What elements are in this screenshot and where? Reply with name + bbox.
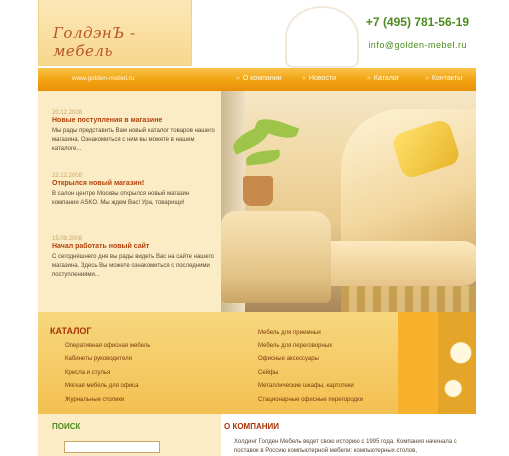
nav-item-catalog[interactable]: Каталог (367, 75, 399, 82)
logo-text: ГолдэнЪ - мебель (53, 24, 136, 60)
phone-number: +7 (495) 781-56-19 (365, 15, 469, 29)
catalog-link[interactable]: Металлические шкафы, картотеки (258, 383, 354, 389)
catalog-title: КАТАЛОГ (50, 326, 92, 336)
email-link[interactable]: info@golden-mebel.ru (368, 40, 467, 50)
catalog-section: КАТАЛОГ Оперативная офисная мебель Кабин… (38, 312, 476, 414)
news-title-link[interactable]: Начал работать новый сайт (52, 243, 216, 250)
plant-leaf (245, 149, 281, 166)
top-nav: www.golden-mebel.ru О компании Новости К… (38, 68, 476, 91)
news-date: 20.12.2008 (52, 110, 83, 116)
catalog-link[interactable]: Оперативная офисная мебель (65, 343, 150, 349)
news-date: 15.09.2008 (52, 236, 83, 242)
carpet (341, 286, 476, 312)
news-text: Мы рады представить Вам новый каталог то… (52, 128, 215, 152)
catalog-link[interactable]: Мебель для переговорных (258, 343, 332, 349)
plant-pot (243, 176, 273, 206)
catalog-link[interactable]: Сейфы (258, 370, 278, 376)
floral-ornament (438, 312, 476, 414)
search-input[interactable] (64, 441, 160, 453)
logo[interactable]: ГолдэнЪ - мебель (38, 0, 192, 66)
news-text: В салон центре Москвы открылся новый маг… (52, 191, 190, 206)
news-title-link[interactable]: Новые поступления в магазине (52, 117, 216, 124)
news-item: 20.12.2008 Новые поступления в магазине … (52, 110, 216, 154)
header: ГолдэнЪ - мебель +7 (495) 781-56-19 info… (0, 0, 509, 68)
telephone-decoration (285, 6, 359, 68)
catalog-link[interactable]: Кресла и стулья (65, 370, 110, 376)
nav-item-news[interactable]: Новости (302, 75, 336, 82)
catalog-link[interactable]: Стационарные офисные перегородки (258, 397, 363, 403)
search-section: ПОИСК (38, 414, 221, 456)
catalog-link[interactable]: Мебель для приемных (258, 330, 321, 336)
catalog-link[interactable]: Журнальные столики (65, 397, 124, 403)
news-item: 22.12.2008 Открылся новый магазин! В сал… (52, 173, 216, 208)
ottoman (221, 211, 331, 303)
news-item: 15.09.2008 Начал работать новый сайт С с… (52, 236, 216, 280)
nav-item-about[interactable]: О компании (236, 75, 282, 82)
search-title: ПОИСК (52, 422, 81, 431)
about-text: Холдинг Голден Мебель ведет свою историю… (234, 439, 457, 454)
about-section: О КОМПАНИИ Холдинг Голден Мебель ведет с… (221, 414, 476, 456)
catalog-link[interactable]: Кабинеты руководителя (65, 356, 132, 362)
news-date: 22.12.2008 (52, 173, 83, 179)
news-title-link[interactable]: Открылся новый магазин! (52, 180, 216, 187)
nav-item-contacts[interactable]: Контакты (425, 75, 462, 82)
site-url: www.golden-mebel.ru (72, 75, 135, 82)
about-title: О КОМПАНИИ (224, 422, 280, 431)
page: ГолдэнЪ - мебель +7 (495) 781-56-19 info… (0, 0, 509, 456)
catalog-link[interactable]: Мягкая мебель для офиса (65, 383, 139, 389)
news-text: С сегодняшнего дня вы рады видеть Вас на… (52, 254, 214, 278)
catalog-link[interactable]: Офисные аксессуары (258, 356, 319, 362)
interior-photo (221, 91, 476, 312)
news-column: 20.12.2008 Новые поступления в магазине … (38, 91, 221, 312)
